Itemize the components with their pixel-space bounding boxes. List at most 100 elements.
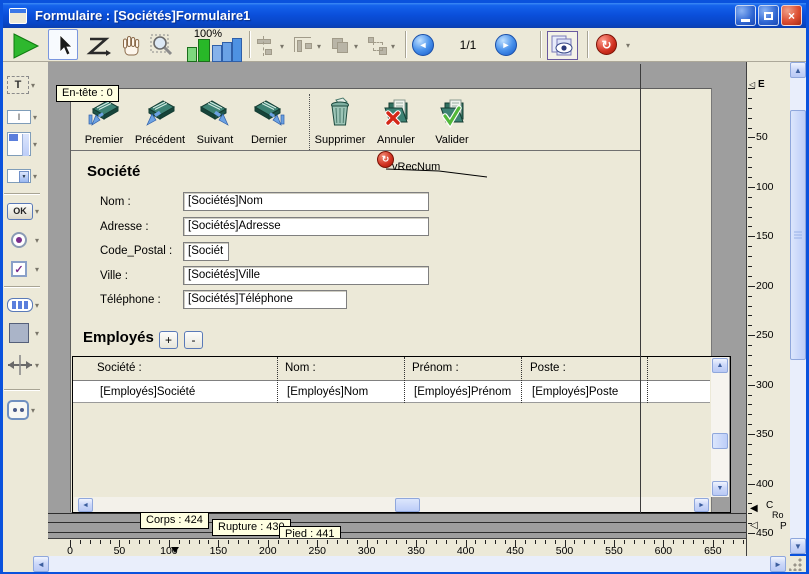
chevron-down-icon[interactable]: ▾	[35, 265, 39, 274]
form-button-dernier[interactable]: Dernier	[241, 96, 297, 146]
chevron-down-icon[interactable]: ▾	[33, 140, 37, 149]
ruler-tick	[307, 540, 308, 544]
close-button[interactable]: ×	[781, 5, 802, 26]
chevron-down-icon[interactable]: ▾	[626, 41, 630, 50]
scroll-right-icon: ►	[774, 560, 782, 569]
palette-item-shape-control[interactable]: ▾	[7, 320, 47, 346]
pied-band-marker[interactable]: P	[780, 521, 787, 532]
form-button-annuler[interactable]: Annuler	[368, 96, 424, 146]
field-input-ville[interactable]: [Sociétés]Ville	[183, 266, 429, 285]
chevron-down-icon[interactable]: ▾	[354, 42, 358, 51]
chevron-down-icon[interactable]: ▾	[35, 329, 39, 338]
main-vscroll-thumb[interactable]	[790, 110, 806, 360]
zoom-tool-button[interactable]	[150, 33, 176, 64]
rupture-band-marker[interactable]: Ro	[772, 510, 784, 520]
add-row-button[interactable]: +	[159, 331, 178, 349]
record-button-label: Dernier	[241, 134, 297, 146]
field-label-telephone[interactable]: Téléphone :	[100, 294, 161, 306]
minimize-button[interactable]	[735, 5, 756, 26]
band-line[interactable]	[48, 532, 746, 533]
chevron-down-icon[interactable]: ▾	[317, 42, 321, 51]
form-button-precedent[interactable]: Précédent	[132, 96, 188, 146]
company-section-title[interactable]: Société	[87, 163, 140, 180]
chevron-down-icon[interactable]: ▾	[280, 42, 284, 51]
form-button-valider[interactable]: Valider	[424, 96, 480, 146]
field-input-adresse[interactable]: [Sociétés]Adresse	[183, 217, 429, 236]
palette-item-radio-button[interactable]: ▾	[7, 227, 47, 253]
chevron-down-icon[interactable]: ▾	[33, 172, 37, 181]
resize-dropdown-button[interactable]: ▾	[367, 32, 403, 60]
palette-item-misc-control[interactable]: ▾	[7, 397, 47, 423]
form-button-suivant[interactable]: Suivant	[187, 96, 243, 146]
preview-button[interactable]	[547, 31, 578, 60]
palette-item-static-text[interactable]: T ▾	[7, 72, 47, 98]
main-vscroll-down-button[interactable]: ▼	[790, 538, 806, 554]
zoom-bar-5[interactable]	[232, 38, 242, 62]
zoom-bar-current[interactable]	[198, 39, 210, 62]
tab-order-tool-button[interactable]	[86, 34, 112, 63]
palette-item-button-control[interactable]: OK ▾	[7, 198, 47, 224]
main-hscroll-track[interactable]	[33, 556, 786, 572]
band-marker-arrow[interactable]: ◁	[750, 520, 758, 531]
chevron-down-icon[interactable]: ▾	[33, 113, 37, 122]
field-label-code-postal[interactable]: Code_Postal :	[100, 245, 172, 257]
field-label-adresse[interactable]: Adresse :	[100, 221, 149, 233]
band-marker-arrow[interactable]: ◀	[750, 503, 758, 514]
remove-row-button[interactable]: -	[184, 331, 203, 349]
pan-tool-button[interactable]	[118, 33, 144, 64]
select-tool-button[interactable]	[48, 29, 78, 60]
refresh-run-button[interactable]: ↻	[596, 34, 617, 55]
title-bar[interactable]: Formulaire : [Sociétés]Formulaire1	[3, 3, 806, 28]
band-marker-arrow[interactable]: ◁	[749, 80, 755, 89]
palette-item-checkbox[interactable]: ✓ ▾	[7, 256, 47, 282]
form-button-premier[interactable]: Premier	[76, 96, 132, 146]
palette-item-edit-control[interactable]: I ▾	[7, 104, 47, 130]
zoom-bar-1[interactable]	[187, 47, 197, 62]
ruler-tick	[545, 540, 546, 544]
palette-item-combo-box[interactable]: ▼ ▾	[7, 163, 47, 189]
ruler-tick-label: 50	[114, 545, 126, 556]
field-input-nom[interactable]: [Sociétés]Nom	[183, 192, 429, 211]
form-width-guide-line[interactable]	[640, 64, 641, 537]
palette-item-segmented-control[interactable]: ▾	[7, 292, 47, 318]
palette-item-slider-control[interactable]: ▾	[7, 352, 47, 378]
chevron-down-icon[interactable]: ▾	[35, 301, 39, 310]
previous-page-button[interactable]: ◄	[412, 34, 434, 56]
form-button-supprimer[interactable]: Supprimer	[312, 96, 368, 146]
layer-order-dropdown-button[interactable]: ▾	[330, 32, 366, 60]
main-vscroll-up-button[interactable]: ▲	[790, 62, 806, 78]
ruler-tick	[446, 540, 447, 544]
maximize-button[interactable]	[758, 5, 779, 26]
field-label-nom[interactable]: Nom :	[100, 196, 131, 208]
table-control-border[interactable]	[72, 356, 731, 513]
header-band-label[interactable]: En-tête : 0	[56, 85, 119, 102]
justify-dropdown-button[interactable]: ▾	[293, 32, 329, 60]
palette-item-list-control[interactable]: ▾	[7, 131, 47, 157]
zoom-bar-3[interactable]	[212, 45, 222, 62]
main-hscroll-right-button[interactable]: ►	[770, 556, 786, 572]
field-input-code-postal[interactable]: [Sociét	[183, 242, 229, 261]
employees-section-title[interactable]: Employés	[83, 329, 154, 346]
segmented-control-icon	[7, 298, 33, 312]
resize-grip[interactable]	[789, 557, 804, 571]
run-test-button[interactable]	[12, 33, 40, 64]
main-hscroll-left-button[interactable]: ◄	[33, 556, 49, 572]
chevron-down-icon[interactable]: ▾	[31, 81, 35, 90]
chevron-down-icon[interactable]: ▾	[391, 42, 395, 51]
next-page-button[interactable]: ►	[495, 34, 517, 56]
ruler-tick	[748, 128, 752, 129]
chevron-down-icon[interactable]: ▾	[35, 207, 39, 216]
band-label-corps[interactable]: Corps : 424	[140, 512, 209, 529]
header-band-marker[interactable]: E	[758, 79, 765, 90]
chevron-down-icon[interactable]: ▾	[35, 236, 39, 245]
zoom-bar-4[interactable]	[222, 42, 232, 62]
chevron-down-icon[interactable]: ▾	[35, 361, 39, 370]
field-label-ville[interactable]: Ville :	[100, 270, 128, 282]
ruler-tick	[179, 540, 180, 544]
ruler-tick	[485, 540, 486, 544]
ruler-tick-label: 500	[556, 545, 574, 556]
align-dropdown-button[interactable]: ▾	[256, 32, 292, 60]
ruler-tick	[748, 276, 752, 277]
chevron-down-icon[interactable]: ▾	[31, 406, 35, 415]
field-input-telephone[interactable]: [Sociétés]Téléphone	[183, 290, 347, 309]
